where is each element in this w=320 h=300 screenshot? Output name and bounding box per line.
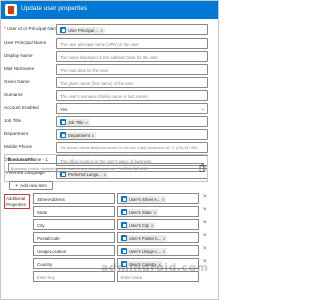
remove-chip-icon[interactable]: x <box>163 249 165 254</box>
dynamic-content-chip[interactable]: Department x <box>59 131 96 139</box>
remove-row-icon[interactable]: × <box>203 207 207 213</box>
plus-icon: + <box>15 182 19 189</box>
dynamic-content-chip[interactable]: User's City x <box>120 221 156 229</box>
property-value-field[interactable]: User's Postal C... x <box>117 232 199 243</box>
remove-row-icon[interactable]: × <box>203 233 207 239</box>
property-key-input[interactable]: UsageLocation <box>33 245 115 256</box>
field-label: User Id or Principal Name <box>4 26 60 31</box>
azure-ad-icon <box>121 222 127 228</box>
remove-row-icon[interactable]: × <box>203 220 207 226</box>
property-row: StreetAddress User's Street A... x × <box>33 193 208 204</box>
azure-ad-icon <box>60 132 66 138</box>
display-name-input[interactable]: The name displayed in the address book f… <box>56 51 208 62</box>
card-title: Update user properties <box>21 5 88 12</box>
dynamic-content-chip[interactable]: User's Postal C... x <box>120 234 168 242</box>
delete-icon[interactable] <box>199 164 206 172</box>
field-row-surname: Surname The user's surname (family name … <box>1 90 218 102</box>
field-row-department: Department Department x <box>1 129 218 141</box>
surname-input[interactable]: The user's surname (family name or last … <box>56 90 208 101</box>
remove-chip-icon[interactable]: x <box>162 197 164 202</box>
mobile-phone-input[interactable]: The primary cellular telephone number fo… <box>56 142 208 153</box>
additional-properties-label: Additional Properties <box>4 194 30 209</box>
dynamic-content-chip[interactable]: User's Street A... x <box>120 195 167 203</box>
property-value-field[interactable]: User's State x <box>117 206 199 217</box>
business-phone-input[interactable]: Business phone number for the user in an… <box>8 163 204 172</box>
field-label: Surname <box>4 92 23 97</box>
update-user-properties-card: Update user properties User Id or Princi… <box>0 0 219 300</box>
dynamic-content-chip[interactable]: User Principal ... x <box>59 26 105 34</box>
account-enabled-select[interactable]: Yes ⌄ <box>56 103 208 114</box>
azure-ad-icon <box>121 235 127 241</box>
office-365-icon <box>5 4 17 16</box>
property-key-input[interactable]: StreetAddress <box>33 193 115 204</box>
field-label: User Principal Name <box>4 40 47 45</box>
property-key-input[interactable]: City <box>33 219 115 230</box>
add-new-item-button[interactable]: + Add new item <box>9 181 53 190</box>
property-row: UsageLocation User's Usage L... x × <box>33 245 208 256</box>
dynamic-content-chip[interactable]: User's State x <box>120 208 158 216</box>
property-row: City User's City x × <box>33 219 208 230</box>
field-label: Mobile Phone <box>4 144 33 149</box>
remove-chip-icon[interactable]: x <box>154 210 156 215</box>
azure-ad-icon <box>121 209 127 215</box>
remove-chip-icon[interactable]: x <box>101 28 103 33</box>
field-row-account-enabled: Account Enabled Yes ⌄ <box>1 103 218 115</box>
department-field[interactable]: Department x <box>56 129 208 140</box>
field-row-mobile-phone: Mobile Phone The primary cellular teleph… <box>1 142 218 154</box>
business-phone-label: Business Phone - 1 <box>8 157 48 162</box>
remove-chip-icon[interactable]: x <box>151 223 153 228</box>
chevron-down-icon: ⌄ <box>200 106 205 112</box>
field-row-user-id: User Id or Principal Name User Principal… <box>1 24 218 36</box>
remove-row-icon[interactable]: × <box>203 246 207 252</box>
field-label: Job Title <box>4 118 22 123</box>
azure-ad-icon <box>60 119 66 125</box>
remove-chip-icon[interactable]: x <box>86 120 88 125</box>
azure-ad-icon <box>121 248 127 254</box>
property-value-field[interactable]: User's Usage L... x <box>117 245 199 256</box>
business-phone-group: Business Phone - 1 Business phone number… <box>4 154 208 182</box>
remove-row-icon[interactable]: × <box>203 194 207 200</box>
job-title-field[interactable]: Job Title x <box>56 116 208 127</box>
azure-ad-icon <box>60 27 66 33</box>
field-label: Account Enabled <box>4 105 39 110</box>
field-row-upn: User Principal Name The user principal n… <box>1 38 218 50</box>
field-label: Department <box>4 131 29 136</box>
given-name-input[interactable]: The given name (first name) of the user. <box>56 77 208 88</box>
remove-chip-icon[interactable]: x <box>163 236 165 241</box>
dynamic-content-chip[interactable]: Job Title x <box>59 118 90 126</box>
field-row-given-name: Given Name The given name (first name) o… <box>1 77 218 89</box>
mail-nickname-input[interactable]: The mail alias for the user. <box>56 64 208 75</box>
remove-chip-icon[interactable]: x <box>92 133 94 138</box>
field-label: Given Name <box>4 79 30 84</box>
field-row-display-name: Display Name The name displayed in the a… <box>1 51 218 63</box>
card-header[interactable]: Update user properties <box>1 1 218 19</box>
field-row-mail-nickname: Mail Nickname The mail alias for the use… <box>1 64 218 76</box>
property-key-input[interactable]: PostalCode <box>33 232 115 243</box>
property-key-input[interactable]: State <box>33 206 115 217</box>
property-row: PostalCode User's Postal C... x × <box>33 232 208 243</box>
property-value-field[interactable]: User's Street A... x <box>117 193 199 204</box>
azure-ad-icon <box>121 196 127 202</box>
field-label: Mail Nickname <box>4 66 35 71</box>
dynamic-content-chip[interactable]: User's Usage L... x <box>120 247 168 255</box>
user-id-field[interactable]: User Principal ... x <box>56 24 208 35</box>
field-label: Display Name <box>4 53 33 58</box>
watermark-logo: admindroid.com <box>101 261 209 274</box>
field-row-job-title: Job Title Job Title x <box>1 116 218 128</box>
property-row: State User's State x × <box>33 206 208 217</box>
upn-input[interactable]: The user principal name (UPN) of the use… <box>56 38 208 49</box>
property-value-field[interactable]: User's City x <box>117 219 199 230</box>
